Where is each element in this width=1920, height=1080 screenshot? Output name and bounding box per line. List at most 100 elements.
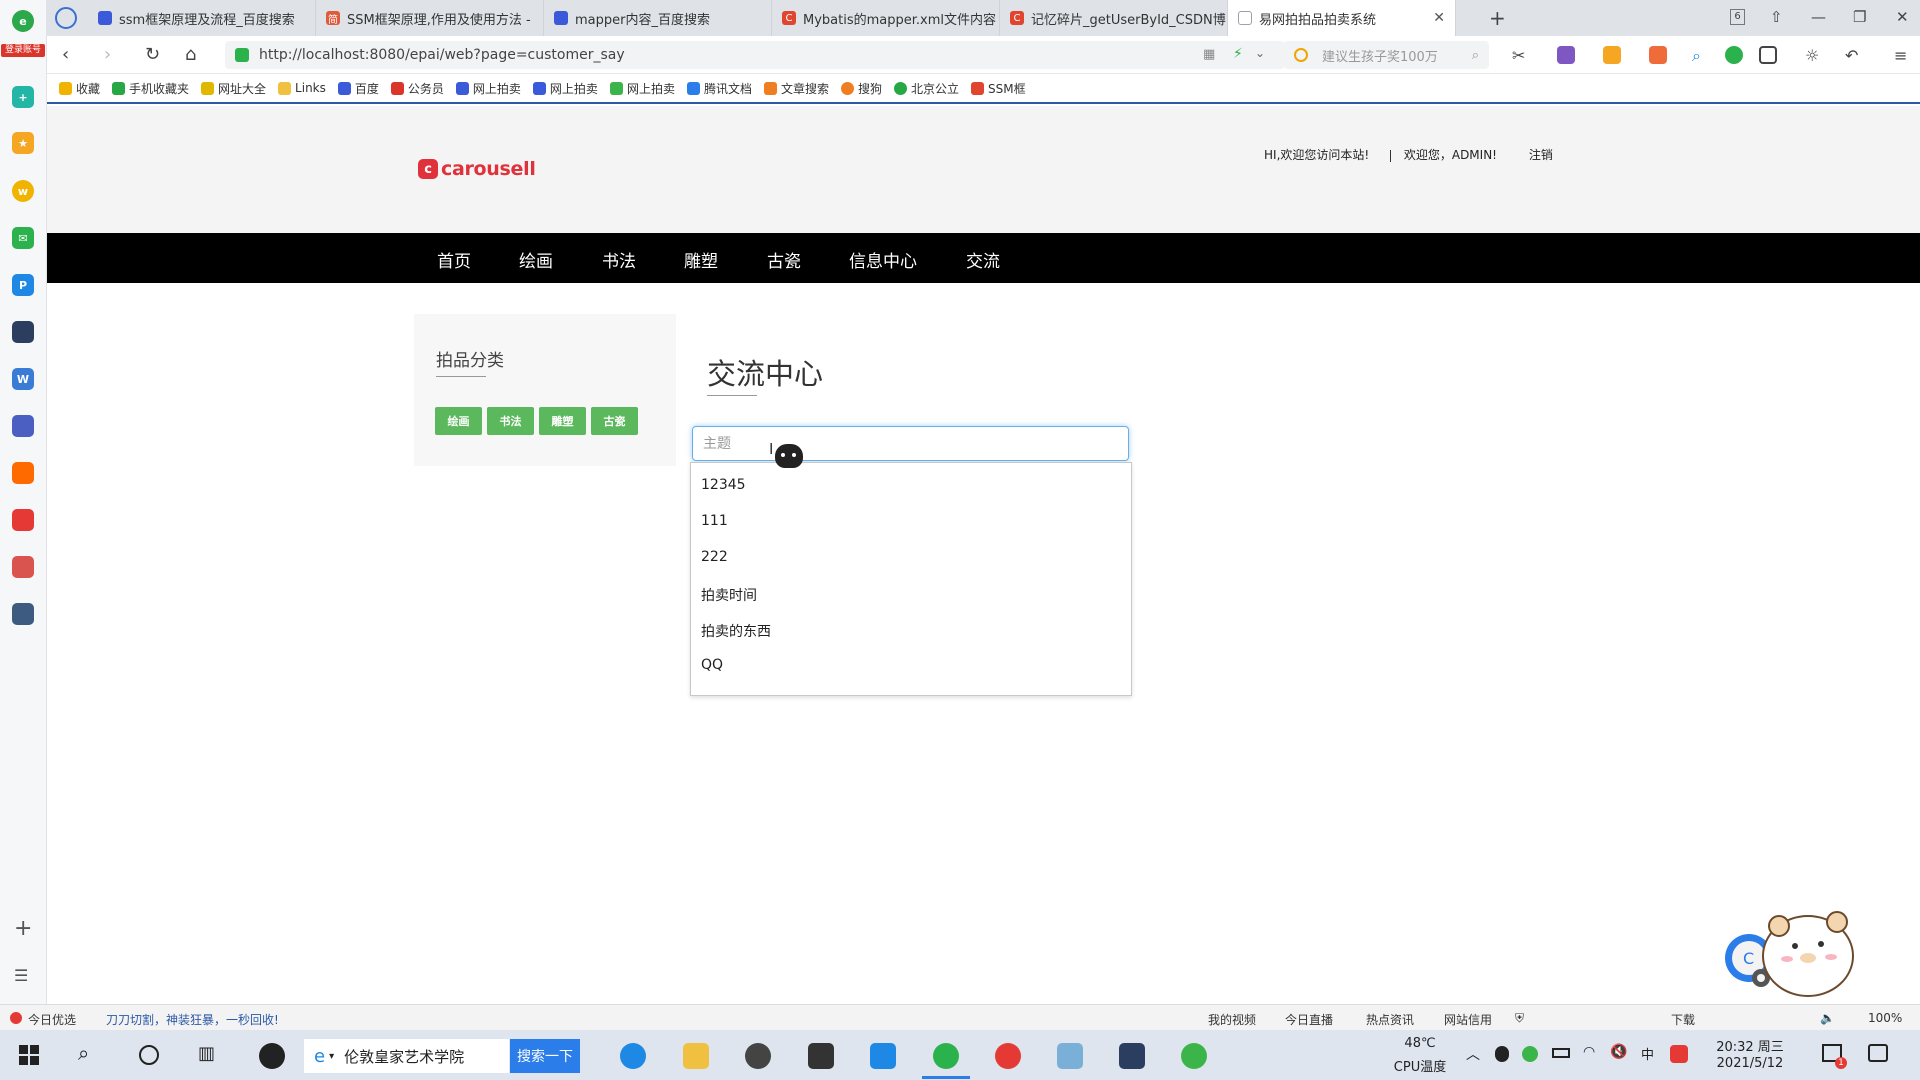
category-painting-button[interactable]: 绘画	[435, 407, 482, 435]
forward-button[interactable]: ›	[104, 44, 111, 65]
game3-icon[interactable]	[12, 603, 34, 625]
restore-button[interactable]: ❐	[1853, 8, 1866, 26]
tab-1[interactable]: ssm框架原理及流程_百度搜索	[88, 0, 316, 36]
favorites-star-icon[interactable]: ★	[12, 132, 34, 154]
send-icon[interactable]	[55, 7, 77, 29]
bookmark-item[interactable]: SSM框	[971, 80, 1026, 97]
subject-input[interactable]	[692, 426, 1129, 461]
weibo-icon[interactable]: w	[12, 180, 34, 202]
bookmark-item[interactable]: 网址大全	[201, 80, 266, 97]
task-view-icon[interactable]: ▥	[198, 1043, 215, 1064]
brightness-icon[interactable]: ☼	[1805, 46, 1823, 65]
tab-2[interactable]: 简 SSM框架原理,作用及使用方法 -	[316, 0, 544, 36]
suggestion-item[interactable]: 222	[701, 549, 728, 565]
chrome-icon[interactable]	[995, 1043, 1021, 1069]
search-engine-icon[interactable]	[1294, 48, 1308, 62]
ad-text[interactable]: 刀刀切割，神装狂暴，一秒回收!	[106, 1011, 279, 1028]
nav-painting[interactable]: 绘画	[519, 247, 553, 272]
shield-status-icon[interactable]: ⛨	[1515, 1011, 1524, 1026]
reload-button[interactable]: ↻	[145, 44, 160, 65]
sidebar-app-icon[interactable]: +	[12, 86, 34, 108]
tab-4[interactable]: C Mybatis的mapper.xml文件内容	[772, 0, 1000, 36]
green-ext-icon[interactable]	[1725, 46, 1743, 64]
edge-icon[interactable]	[620, 1043, 646, 1069]
app-p-icon[interactable]: P	[12, 274, 34, 296]
app-dark-icon[interactable]	[12, 321, 34, 343]
nav-exchange[interactable]: 交流	[966, 247, 1000, 272]
tab-3[interactable]: mapper内容_百度搜索	[544, 0, 772, 36]
site-logo[interactable]: c carousell	[418, 158, 536, 180]
minimize-button[interactable]: —	[1811, 8, 1826, 26]
globe-app-icon[interactable]	[745, 1043, 771, 1069]
game2-icon[interactable]	[12, 556, 34, 578]
nav-porcelain[interactable]: 古瓷	[767, 247, 801, 272]
bookmark-item[interactable]: 腾讯文档	[686, 80, 752, 97]
sogou-ime-icon[interactable]	[1670, 1045, 1688, 1063]
category-calligraphy-button[interactable]: 书法	[487, 407, 534, 435]
360-browser-icon[interactable]	[933, 1043, 959, 1069]
red-app-icon[interactable]	[12, 509, 34, 531]
bookmark-item[interactable]: 网上拍卖	[532, 80, 598, 97]
list-icon[interactable]: ☰	[14, 966, 28, 985]
volume-muted-icon[interactable]: 🔇	[1610, 1044, 1627, 1060]
daily-picks-icon[interactable]	[10, 1012, 22, 1024]
nav-info-center[interactable]: 信息中心	[849, 247, 917, 272]
bookmark-item[interactable]: 百度	[337, 80, 379, 97]
address-bar[interactable]: http://localhost:8080/epai/web?page=cust…	[225, 41, 1285, 69]
tab-5[interactable]: C 记忆碎片_getUserById_CSDN博	[1000, 0, 1228, 36]
category-sculpture-button[interactable]: 雕塑	[539, 407, 586, 435]
tab-count-badge[interactable]: 6	[1730, 9, 1745, 25]
clock-time[interactable]: 20:32 周三	[1705, 1036, 1795, 1055]
apps-grid-icon[interactable]	[1759, 46, 1777, 64]
taskbar-search-button[interactable]: 搜索一下	[510, 1039, 580, 1073]
nav-sculpture[interactable]: 雕塑	[684, 247, 718, 272]
clock-date[interactable]: 2021/5/12	[1705, 1056, 1795, 1071]
suggestion-item[interactable]: QQ	[701, 657, 723, 673]
suggestion-item[interactable]: 拍卖的东西	[701, 621, 771, 641]
translate-icon[interactable]	[1557, 46, 1575, 64]
cortana-icon[interactable]	[139, 1045, 159, 1065]
logout-link[interactable]: 注销	[1529, 148, 1553, 162]
game-icon[interactable]	[12, 415, 34, 437]
bookmark-item[interactable]: 北京公立	[894, 80, 959, 97]
chevron-down-icon[interactable]: ⌄	[1255, 46, 1265, 60]
my-video-link[interactable]: 我的视频	[1208, 1011, 1256, 1028]
suggestion-item[interactable]: 拍卖时间	[701, 585, 757, 605]
game-ext-icon[interactable]	[1649, 46, 1667, 64]
category-porcelain-button[interactable]: 古瓷	[591, 407, 638, 435]
windows-start-icon[interactable]	[19, 1045, 39, 1065]
bookmark-item[interactable]: 网上拍卖	[455, 80, 521, 97]
bookmark-item[interactable]: 公务员	[390, 80, 444, 97]
file-explorer-icon[interactable]	[683, 1043, 709, 1069]
eclipse-icon[interactable]	[1119, 1043, 1145, 1069]
daily-picks-link[interactable]: 今日优选	[28, 1011, 76, 1028]
bookmark-item[interactable]: 搜狗	[840, 80, 882, 97]
close-tab-icon[interactable]: ✕	[1433, 10, 1445, 26]
360-tray-icon[interactable]	[1522, 1046, 1538, 1062]
scissors-icon[interactable]: ✂	[1512, 46, 1530, 65]
green-app-icon[interactable]	[1181, 1043, 1207, 1069]
suggestion-item[interactable]: 111	[701, 513, 728, 529]
nav-calligraphy[interactable]: 书法	[602, 247, 636, 272]
shopping-icon[interactable]	[12, 462, 34, 484]
shield-ext-icon[interactable]	[1603, 46, 1621, 64]
qr-icon[interactable]: ▦	[1203, 47, 1215, 62]
back-button[interactable]: ‹	[62, 44, 69, 65]
show-hidden-icons[interactable]: ︿	[1466, 1044, 1480, 1064]
hot-news-link[interactable]: 热点资讯	[1366, 1011, 1414, 1028]
fan-app-icon[interactable]	[259, 1043, 285, 1069]
tab-6-active[interactable]: 易网拍拍品拍卖系统 ✕	[1228, 0, 1456, 36]
add-icon[interactable]: +	[14, 916, 32, 941]
input-method-icon[interactable]: 中	[1641, 1044, 1654, 1063]
bookmark-item[interactable]: 收藏	[59, 80, 100, 97]
menu-icon[interactable]: ≡	[1894, 46, 1912, 65]
taskbar-search-input[interactable]: e ▾ 伦敦皇家艺术学院	[304, 1039, 509, 1073]
download-link[interactable]: 下载	[1671, 1011, 1695, 1028]
site-credit-link[interactable]: 网站信用	[1444, 1011, 1492, 1028]
bookmark-item[interactable]: 手机收藏夹	[112, 80, 189, 97]
qq-tray-icon[interactable]	[1495, 1046, 1509, 1062]
battery-icon[interactable]	[1552, 1048, 1570, 1058]
close-window-button[interactable]: ✕	[1896, 8, 1909, 26]
lightning-icon[interactable]: ⚡	[1233, 46, 1243, 62]
mute-icon[interactable]: 🔈	[1820, 1011, 1835, 1025]
